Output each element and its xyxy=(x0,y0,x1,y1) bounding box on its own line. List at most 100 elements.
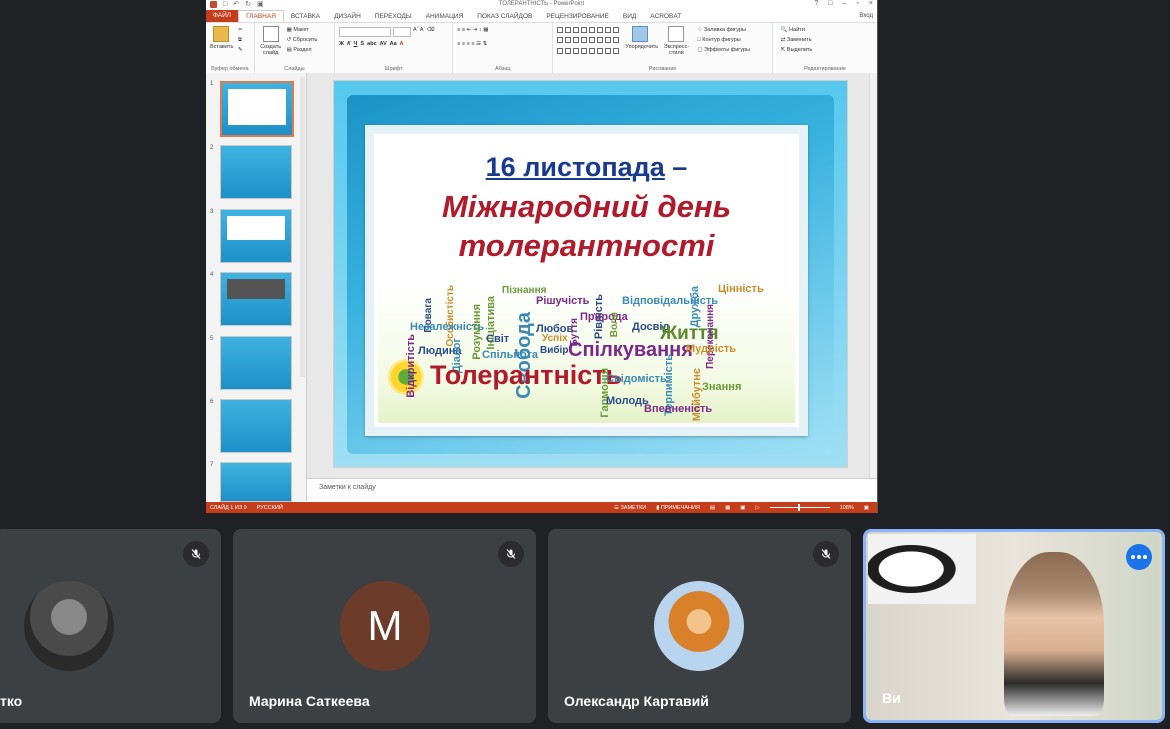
poster-dash: – xyxy=(664,152,688,182)
ppt-status-bar: СЛАЙД 1 ИЗ 9 РУССКИЙ ☰ ЗАМЕТКИ ▮ ПРИМЕЧА… xyxy=(206,502,877,513)
word-cloud-word: Рішучість xyxy=(536,295,590,307)
sign-in-link[interactable]: Вход xyxy=(859,13,877,19)
participant-name-self: Ви xyxy=(882,690,901,706)
shape-outline-button[interactable]: □ Контур фигуры xyxy=(697,37,740,43)
slide-sorter-icon[interactable]: ▦ xyxy=(725,505,730,511)
word-cloud-word: Природа xyxy=(580,311,628,323)
notes-placeholder: Заметки к слайду xyxy=(319,484,376,491)
slideshow-view-icon[interactable]: ▷ xyxy=(755,505,759,511)
slide-number: 2 xyxy=(210,145,214,151)
group-label-paragraph: Абзац xyxy=(495,66,511,72)
slide-thumbnail-5[interactable] xyxy=(220,336,292,390)
slide-thumbnail-2[interactable] xyxy=(220,145,292,199)
group-label-editing: Редактирование xyxy=(803,66,846,72)
poster-title-line-1: 16 листопада – xyxy=(374,152,799,183)
font-family-select[interactable] xyxy=(339,27,392,37)
window-title: ТОЛЕРАНТНІСТЬ - PowerPoint xyxy=(498,1,585,7)
font-format-buttons[interactable]: Ж К Ч S abc AV Aa A xyxy=(339,41,403,47)
tab-home[interactable]: ГЛАВНАЯ xyxy=(238,10,284,22)
quick-styles-button[interactable]: Экспресс-стили xyxy=(659,26,693,56)
tab-design[interactable]: ДИЗАЙН xyxy=(327,13,368,20)
slide-number: 5 xyxy=(210,336,214,342)
find-button[interactable]: 🔍 Найти xyxy=(781,27,805,33)
fit-slide-icon[interactable]: ▣ xyxy=(864,505,869,511)
tab-insert[interactable]: ВСТАВКА xyxy=(284,13,327,20)
layout-button[interactable]: ▦ Макет xyxy=(287,27,309,33)
quick-styles-icon xyxy=(668,26,685,42)
help-icon[interactable]: ? xyxy=(814,0,818,7)
arrange-button[interactable]: Упорядочить xyxy=(625,26,658,50)
poster-title-line-3: толерантності xyxy=(458,228,715,263)
slide-editing-area: 16 листопада – Міжнародний день толерант… xyxy=(307,73,877,501)
font-size-select[interactable] xyxy=(393,27,412,37)
new-slide-button[interactable]: Создать слайд xyxy=(259,26,283,56)
section-button[interactable]: ▤ Раздел xyxy=(287,47,312,53)
slide-scrollbar[interactable] xyxy=(869,73,877,479)
current-slide[interactable]: 16 листопада – Міжнародний день толерант… xyxy=(334,81,847,467)
shared-screen-powerpoint: □ ↶ ↻ ▣ ТОЛЕРАНТНІСТЬ - PowerPoint ? □ –… xyxy=(206,0,878,513)
paste-button[interactable]: Вставить xyxy=(210,26,234,50)
tab-acrobat[interactable]: ACROBAT xyxy=(643,13,688,20)
shapes-gallery[interactable] xyxy=(557,27,619,57)
reset-button[interactable]: ↺ Сбросить xyxy=(287,37,318,43)
tab-transitions[interactable]: ПЕРЕХОДЫ xyxy=(368,13,419,20)
group-drawing: Упорядочить Экспресс-стили ♢ Заливка фиг… xyxy=(553,23,773,73)
cut-icon[interactable]: ✂ xyxy=(238,27,243,33)
participant-tile-3[interactable]: Олександр Картавий xyxy=(548,529,851,723)
thumbnail-scrollbar[interactable] xyxy=(300,77,305,377)
section-label: Раздел xyxy=(293,47,312,53)
shape-fill-button[interactable]: ♢ Заливка фигуры xyxy=(697,27,745,33)
replace-button[interactable]: ⇄ Заменить xyxy=(781,37,812,43)
shape-effects-button[interactable]: ▢ Эффекты фигуры xyxy=(697,47,750,53)
language-indicator[interactable]: РУССКИЙ xyxy=(247,505,283,511)
slide-thumbnail-4[interactable] xyxy=(220,272,292,326)
word-cloud-word: Толерантність xyxy=(430,360,623,390)
normal-view-icon[interactable]: ▤ xyxy=(710,505,715,511)
word-cloud-word: Вибір xyxy=(540,345,569,356)
font-color-icon[interactable]: A xyxy=(399,41,403,47)
paste-label: Вставить xyxy=(210,44,234,50)
tab-view[interactable]: ВИД xyxy=(616,13,643,20)
slide-thumbnail-3[interactable] xyxy=(220,209,292,263)
close-icon[interactable]: × xyxy=(869,0,873,7)
participant-tile-2[interactable]: М Марина Саткеева xyxy=(233,529,536,723)
minimize-icon[interactable]: – xyxy=(843,0,847,7)
format-painter-icon[interactable]: ✎ xyxy=(238,47,243,53)
maximize-icon[interactable]: ▫ xyxy=(856,0,858,7)
slide-thumbnail-1[interactable] xyxy=(220,81,294,137)
tab-animation[interactable]: АНИМАЦИЯ xyxy=(419,13,471,20)
ribbon-options-icon[interactable]: □ xyxy=(828,0,832,7)
group-paragraph: ≡ ≡ ⇤ ⇥ ↕ ▦ ≡ ≡ ≡ ≡ ☰ ⇅ Абзац xyxy=(453,23,554,73)
notes-toggle[interactable]: ☰ ЗАМЕТКИ xyxy=(614,505,646,511)
more-options-button[interactable] xyxy=(1126,544,1152,570)
slide-thumbnail-7[interactable] xyxy=(220,462,292,502)
tab-slideshow[interactable]: ПОКАЗ СЛАЙДОВ xyxy=(470,13,539,20)
person-silhouette xyxy=(1004,552,1104,716)
participant-avatar-initial: М xyxy=(340,581,430,671)
participant-tile-self[interactable]: Ви xyxy=(863,529,1165,723)
word-cloud-word: Мудрість xyxy=(686,343,737,355)
reading-view-icon[interactable]: ▣ xyxy=(740,505,745,511)
list-buttons[interactable]: ≡ ≡ ⇤ ⇥ ↕ ▦ xyxy=(457,27,488,33)
arrange-icon xyxy=(632,26,649,42)
comments-toggle[interactable]: ▮ ПРИМЕЧАНИЯ xyxy=(656,505,700,511)
word-cloud-word: Відкритість xyxy=(405,334,417,398)
zoom-level[interactable]: 108% xyxy=(840,505,854,511)
replace-label: Заменить xyxy=(786,37,812,43)
zoom-slider[interactable] xyxy=(769,504,830,511)
notes-pane[interactable]: Заметки к слайду xyxy=(307,478,877,501)
participant-name: Олександр Картавий xyxy=(564,693,709,709)
font-size-buttons[interactable]: Aˆ Aˇ ⌫ xyxy=(413,27,435,33)
slide-thumbnail-6[interactable] xyxy=(220,399,292,453)
tab-file[interactable]: ФАЙЛ xyxy=(206,10,239,22)
tab-review[interactable]: РЕЦЕНЗИРОВАНИЕ xyxy=(539,13,616,20)
align-buttons[interactable]: ≡ ≡ ≡ ≡ ☰ ⇅ xyxy=(457,41,487,47)
word-cloud-word: Світ xyxy=(486,333,510,345)
copy-icon[interactable]: ⧉ xyxy=(238,37,242,44)
participant-tile-1[interactable]: тко xyxy=(0,529,221,723)
word-cloud-word: Цінність xyxy=(718,283,764,295)
select-button[interactable]: ⇱ Выделить xyxy=(781,47,813,53)
group-label-clipboard: Буфер обмена xyxy=(211,66,249,72)
new-slide-label: Создать слайд xyxy=(260,44,282,56)
zoom-knob[interactable] xyxy=(797,504,800,511)
